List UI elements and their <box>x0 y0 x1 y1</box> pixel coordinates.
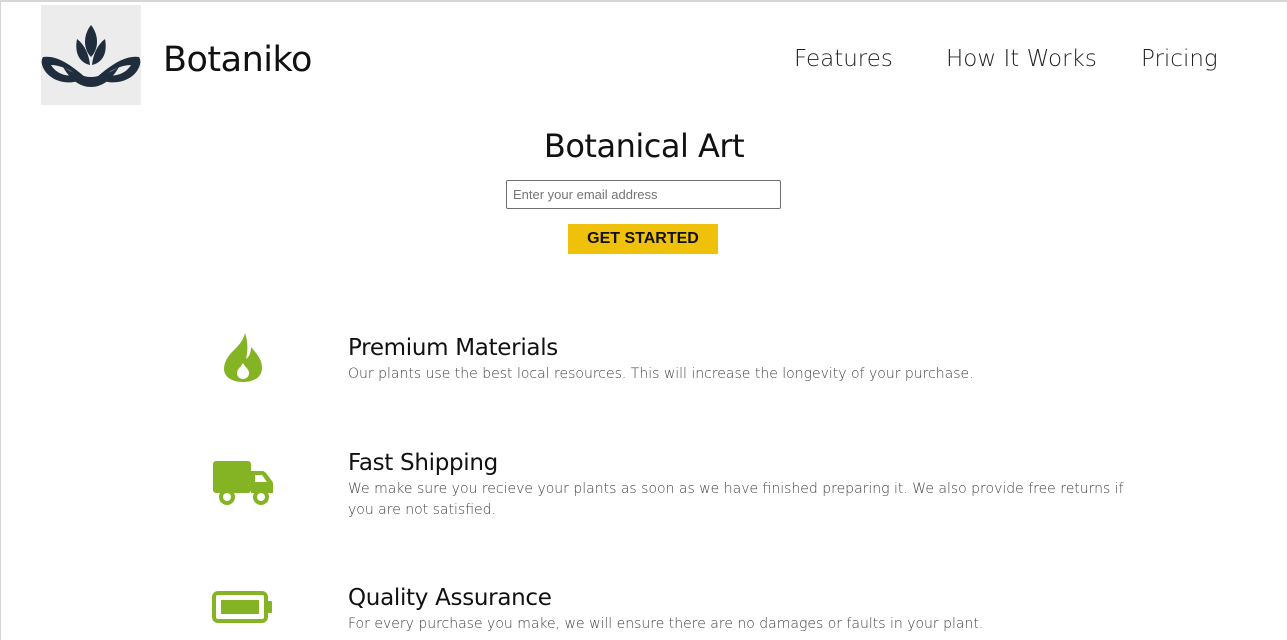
feature-desc-quality: For every purchase you make, we will ens… <box>348 616 984 632</box>
feature-title-quality: Quality Assurance <box>348 585 552 611</box>
nav-features[interactable]: Features <box>794 45 893 73</box>
feature-title-shipping: Fast Shipping <box>348 450 498 476</box>
feature-icon-quality <box>211 590 275 624</box>
lotus-icon <box>41 25 141 87</box>
fire-icon <box>224 333 262 382</box>
brand-name: Botaniko <box>163 40 312 80</box>
battery-full-icon <box>212 591 272 623</box>
nav-how-it-works[interactable]: How It Works <box>946 45 1097 73</box>
feature-desc-shipping: We make sure you recieve your plants as … <box>348 481 1124 518</box>
email-input[interactable] <box>506 180 781 209</box>
feature-icon-premium <box>218 330 268 384</box>
feature-title-premium: Premium Materials <box>348 335 558 361</box>
logo[interactable] <box>41 5 141 105</box>
nav-pricing[interactable]: Pricing <box>1141 45 1218 73</box>
get-started-button[interactable]: GET STARTED <box>568 224 718 254</box>
truck-icon <box>213 461 273 505</box>
feature-icon-shipping <box>211 457 275 509</box>
feature-desc-premium: Our plants use the best local resources.… <box>348 366 974 382</box>
hero-title: Botanical Art <box>543 127 745 165</box>
header: Botaniko Features How It Works Pricing <box>1 2 1287 112</box>
